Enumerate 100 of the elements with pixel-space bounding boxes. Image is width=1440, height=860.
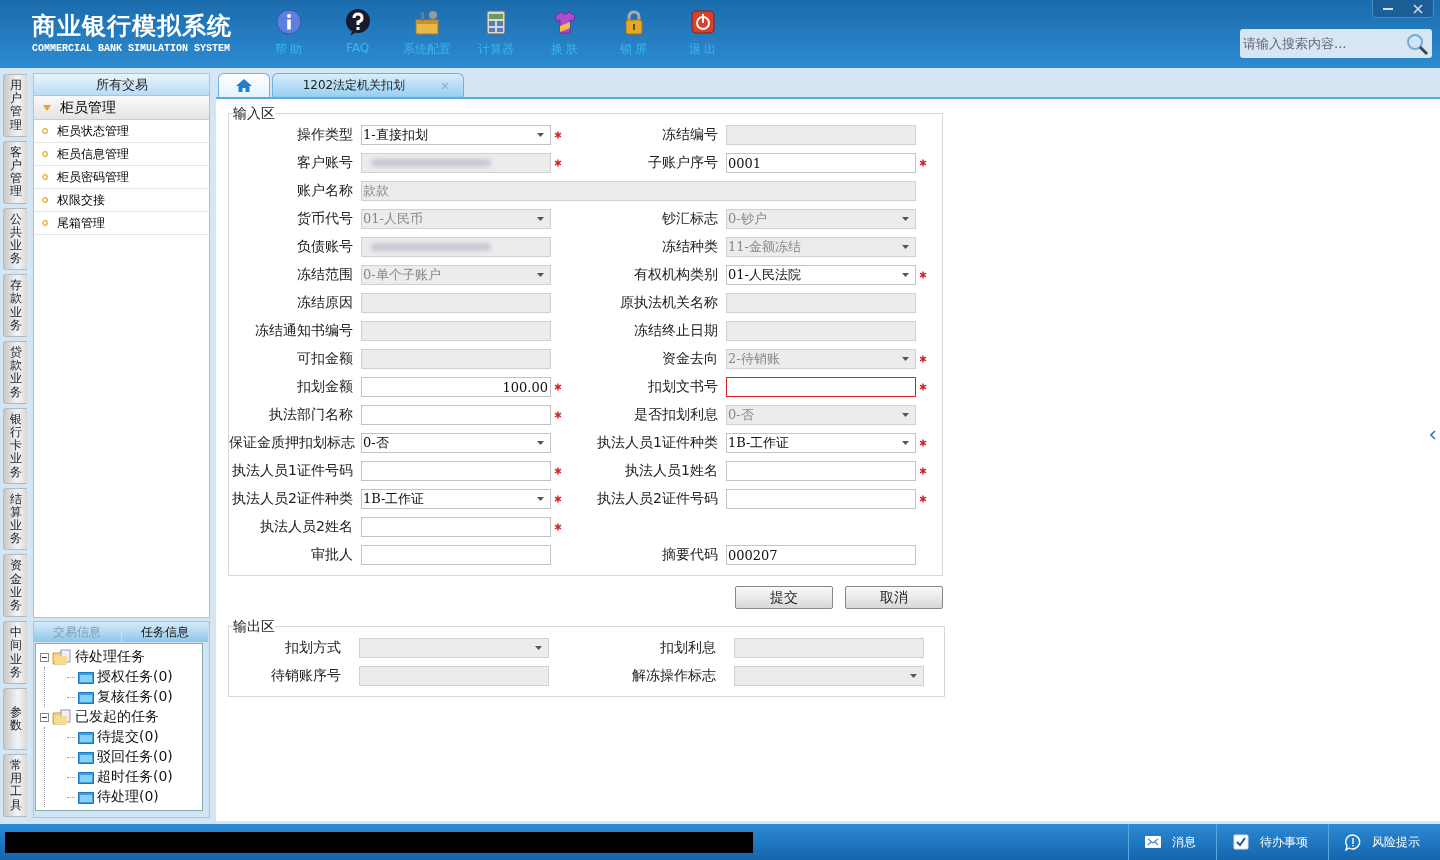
field-label: 摘要代码 — [661, 546, 719, 564]
side-tab[interactable]: 贷款业务 — [3, 341, 27, 404]
bullet-icon — [42, 197, 48, 203]
input-field[interactable] — [361, 405, 551, 425]
dropdown[interactable]: 1B-工作证 — [361, 489, 551, 509]
folder-icon — [78, 790, 94, 804]
section-title: 输入区 — [233, 105, 275, 121]
field-label: 钞汇标志 — [661, 210, 719, 228]
field-label: 执法人员2姓名 — [259, 518, 354, 536]
caret-icon — [902, 441, 909, 445]
close-icon — [1413, 3, 1423, 14]
panel-tab[interactable]: 任务信息 — [121, 622, 209, 642]
tree-item[interactable]: 已发起的任务 — [75, 708, 159, 726]
search-field[interactable]: 请输入搜索内容... — [1240, 29, 1432, 58]
folder-icon — [78, 690, 94, 704]
caret-icon — [910, 674, 917, 678]
menu-item[interactable]: 柜员状态管理 — [34, 120, 209, 143]
bullet-icon — [42, 220, 48, 226]
menu-item[interactable]: 柜员密码管理 — [34, 166, 209, 189]
field-label: 解冻操作标志 — [631, 667, 717, 685]
folder-icon — [78, 750, 94, 764]
input-field[interactable] — [361, 545, 551, 565]
folder-icon — [78, 730, 94, 744]
menu-group[interactable]: 柜员管理 — [34, 96, 209, 120]
tree-item[interactable]: 复核任务(0) — [97, 688, 173, 706]
side-tab[interactable]: 银行卡业务 — [3, 407, 27, 484]
toolbox-icon — [412, 8, 441, 36]
search-icon[interactable] — [1405, 32, 1429, 56]
app-title: 商业银行模拟系统 — [32, 12, 233, 40]
status-button[interactable]: 风险提示 — [1328, 824, 1440, 860]
status-button[interactable]: 待办事项 — [1216, 824, 1328, 860]
menu-item[interactable]: 权限交接 — [34, 189, 209, 212]
input-field[interactable] — [361, 517, 551, 537]
power-icon — [688, 8, 717, 36]
caret-icon — [902, 217, 909, 221]
field-label: 操作类型 — [296, 126, 354, 144]
input-field[interactable] — [726, 461, 916, 481]
field-label: 有权机构类别 — [633, 266, 719, 284]
field-label: 冻结种类 — [661, 238, 719, 256]
tree-item[interactable]: 待提交(0) — [97, 728, 159, 746]
folder-icon — [78, 770, 94, 784]
input-field[interactable]: 0001 — [726, 153, 916, 173]
tree-item[interactable]: 待处理任务 — [75, 648, 145, 666]
field-label: 执法人员1姓名 — [624, 462, 719, 480]
checkbox-icon — [1232, 833, 1250, 851]
dropdown[interactable]: 01-人民法院 — [726, 265, 916, 285]
home-icon — [235, 78, 253, 93]
field-label: 冻结编号 — [661, 126, 719, 144]
field-label: 账户名称 — [296, 182, 354, 200]
tree-item[interactable]: 超时任务(0) — [97, 768, 173, 786]
menu-item[interactable]: 柜员信息管理 — [34, 143, 209, 166]
field-label: 冻结终止日期 — [633, 322, 719, 340]
collapse-handle-icon[interactable] — [1430, 430, 1436, 440]
dropdown[interactable]: 1-直接扣划 — [361, 125, 551, 145]
folder-icon — [52, 709, 72, 725]
collapse-icon[interactable] — [40, 652, 49, 662]
side-tab[interactable]: 客户管理 — [3, 140, 27, 204]
side-tab[interactable]: 参数 — [3, 687, 27, 750]
input-field[interactable] — [361, 461, 551, 481]
tree-item[interactable]: 驳回任务(0) — [97, 748, 173, 766]
input-field[interactable]: 100.00 — [361, 377, 551, 397]
status-button[interactable]: 消息 — [1128, 824, 1216, 860]
field-label: 冻结范围 — [296, 266, 354, 284]
caret-icon — [42, 103, 52, 112]
input-field[interactable] — [726, 489, 916, 509]
warning-bubble-icon — [1344, 833, 1362, 851]
field-label: 执法人员2证件种类 — [231, 490, 354, 508]
section-title: 输出区 — [233, 618, 275, 634]
form-button[interactable]: 取消 — [845, 586, 943, 609]
menu-item[interactable]: 尾箱管理 — [34, 212, 209, 235]
input-field[interactable] — [726, 377, 916, 397]
caret-icon — [537, 441, 544, 445]
side-tab[interactable]: 公共业务 — [3, 207, 27, 271]
bullet-icon — [42, 151, 48, 157]
form-button[interactable]: 提交 — [735, 586, 833, 609]
field-label: 执法部门名称 — [268, 406, 354, 424]
side-tab[interactable]: 中间业务 — [3, 621, 27, 684]
tab[interactable]: 1202法定机关扣划 — [272, 73, 464, 97]
field-label: 扣划文书号 — [647, 378, 719, 396]
dropdown[interactable]: 0-否 — [361, 433, 551, 453]
side-tab[interactable]: 存款业务 — [3, 274, 27, 337]
side-tab[interactable]: 常用工具 — [3, 753, 27, 817]
caret-icon — [537, 133, 544, 137]
side-tab[interactable]: 结算业务 — [3, 487, 27, 551]
field-label: 保证金质押扣划标志 — [229, 434, 356, 452]
input-field[interactable]: 000207 — [726, 545, 916, 565]
tree-item[interactable]: 授权任务(0) — [97, 668, 173, 686]
caret-icon — [537, 217, 544, 221]
help-icon — [343, 8, 372, 36]
dropdown[interactable]: 1B-工作证 — [726, 433, 916, 453]
folder-icon — [78, 670, 94, 684]
tree-item[interactable]: 待处理(0) — [97, 788, 159, 806]
side-tab[interactable]: 用户管理 — [3, 74, 27, 137]
side-tab[interactable]: 资金业务 — [3, 554, 27, 618]
field-label: 冻结原因 — [296, 294, 354, 312]
collapse-icon[interactable] — [40, 712, 49, 722]
info-icon — [274, 8, 303, 36]
mail-icon — [1144, 833, 1162, 851]
home-tab[interactable] — [218, 73, 270, 97]
close-icon[interactable] — [441, 81, 450, 90]
